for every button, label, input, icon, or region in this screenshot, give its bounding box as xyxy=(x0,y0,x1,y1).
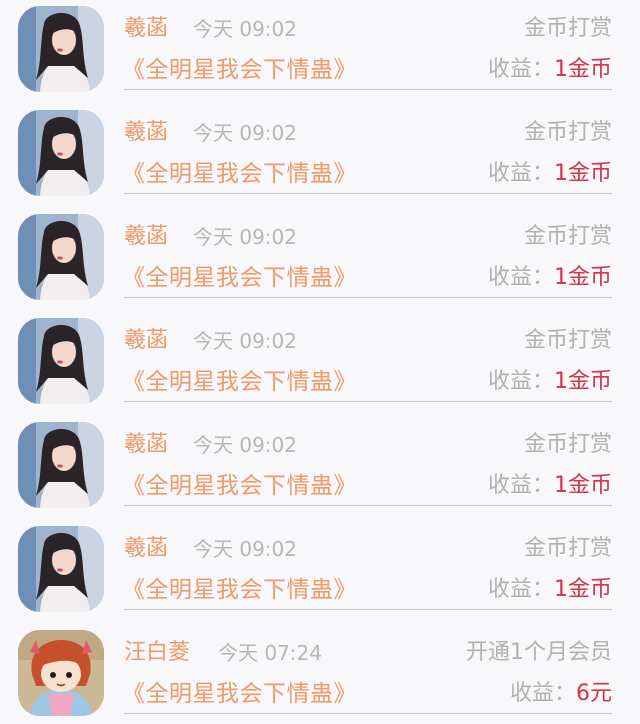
book-title[interactable]: 《全明星我会下情蛊》 xyxy=(122,367,357,397)
income: 收益：1金币 xyxy=(488,367,612,397)
record-type: 金币打赏 xyxy=(523,432,612,457)
income-label: 收益： xyxy=(487,473,554,498)
record-type: 金币打赏 xyxy=(523,120,612,145)
portrait-avatar-image xyxy=(18,318,104,404)
sender-name: 羲菡 xyxy=(124,328,169,353)
sender-name: 汪白菱 xyxy=(124,640,191,665)
income-value: 1金币 xyxy=(554,161,612,186)
income: 收益：1金币 xyxy=(488,263,612,293)
record-row[interactable]: 羲菡 今天 09:02 金币打赏 《全明星我会下情蛊》 收益：1金币 xyxy=(0,520,640,624)
portrait-avatar[interactable] xyxy=(18,526,104,612)
divider xyxy=(124,89,612,90)
record-row[interactable]: 羲菡 今天 09:02 金币打赏 《全明星我会下情蛊》 收益：1金币 xyxy=(0,104,640,208)
sender-name: 羲菡 xyxy=(124,224,169,249)
sender-name: 羲菡 xyxy=(124,16,169,41)
record-time: 今天 09:02 xyxy=(193,121,297,145)
income-record-list: 羲菡 今天 09:02 金币打赏 《全明星我会下情蛊》 收益：1金币 羲菡 今天… xyxy=(0,0,640,724)
portrait-avatar-image xyxy=(18,526,104,612)
record-row[interactable]: 羲菡 今天 09:02 金币打赏 《全明星我会下情蛊》 收益：1金币 xyxy=(0,0,640,104)
record-time: 今天 09:02 xyxy=(193,537,297,561)
record-time: 今天 09:02 xyxy=(193,329,297,353)
book-title[interactable]: 《全明星我会下情蛊》 xyxy=(122,575,357,605)
divider xyxy=(124,193,612,194)
record-type: 开通1个月会员 xyxy=(466,640,612,665)
portrait-avatar[interactable] xyxy=(18,110,104,196)
portrait-avatar-image xyxy=(18,422,104,508)
book-title[interactable]: 《全明星我会下情蛊》 xyxy=(122,471,357,501)
income-value: 1金币 xyxy=(554,473,612,498)
income-label: 收益： xyxy=(487,265,554,290)
record-row[interactable]: 羲菡 今天 09:02 金币打赏 《全明星我会下情蛊》 收益：1金币 xyxy=(0,312,640,416)
record-time: 今天 09:02 xyxy=(193,225,297,249)
portrait-avatar[interactable] xyxy=(18,6,104,92)
income-value: 1金币 xyxy=(554,369,612,394)
income-label: 收益： xyxy=(487,57,554,82)
divider xyxy=(124,609,612,610)
divider xyxy=(124,713,612,714)
book-title[interactable]: 《全明星我会下情蛊》 xyxy=(122,55,357,85)
income-label: 收益： xyxy=(509,681,576,706)
income: 收益：1金币 xyxy=(488,471,612,501)
income: 收益：1金币 xyxy=(488,159,612,189)
income: 收益：6元 xyxy=(510,679,612,709)
portrait-avatar-image xyxy=(18,6,104,92)
book-title[interactable]: 《全明星我会下情蛊》 xyxy=(122,679,357,709)
sender-name: 羲菡 xyxy=(124,536,169,561)
sender-name: 羲菡 xyxy=(124,432,169,457)
record-row[interactable]: 羲菡 今天 09:02 金币打赏 《全明星我会下情蛊》 收益：1金币 xyxy=(0,208,640,312)
divider xyxy=(124,401,612,402)
divider xyxy=(124,505,612,506)
record-time: 今天 07:24 xyxy=(218,641,322,665)
record-time: 今天 09:02 xyxy=(193,17,297,41)
anime-girl-avatar-image xyxy=(18,630,104,716)
income-value: 6元 xyxy=(576,681,612,706)
book-title[interactable]: 《全明星我会下情蛊》 xyxy=(122,159,357,189)
anime-girl-avatar[interactable] xyxy=(18,630,104,716)
income-value: 1金币 xyxy=(554,577,612,602)
record-type: 金币打赏 xyxy=(523,328,612,353)
record-type: 金币打赏 xyxy=(523,536,612,561)
record-row[interactable]: 羲菡 今天 09:02 金币打赏 《全明星我会下情蛊》 收益：1金币 xyxy=(0,416,640,520)
income-value: 1金币 xyxy=(554,57,612,82)
record-type: 金币打赏 xyxy=(523,16,612,41)
book-title[interactable]: 《全明星我会下情蛊》 xyxy=(122,263,357,293)
income-label: 收益： xyxy=(487,369,554,394)
portrait-avatar-image xyxy=(18,110,104,196)
record-row[interactable]: 汪白菱 今天 07:24 开通1个月会员 《全明星我会下情蛊》 收益：6元 xyxy=(0,624,640,724)
income-label: 收益： xyxy=(487,161,554,186)
record-type: 金币打赏 xyxy=(523,224,612,249)
portrait-avatar-image xyxy=(18,214,104,300)
income-label: 收益： xyxy=(487,577,554,602)
income-value: 1金币 xyxy=(554,265,612,290)
record-time: 今天 09:02 xyxy=(193,433,297,457)
income: 收益：1金币 xyxy=(488,575,612,605)
portrait-avatar[interactable] xyxy=(18,318,104,404)
sender-name: 羲菡 xyxy=(124,120,169,145)
income: 收益：1金币 xyxy=(488,55,612,85)
portrait-avatar[interactable] xyxy=(18,214,104,300)
portrait-avatar[interactable] xyxy=(18,422,104,508)
divider xyxy=(124,297,612,298)
